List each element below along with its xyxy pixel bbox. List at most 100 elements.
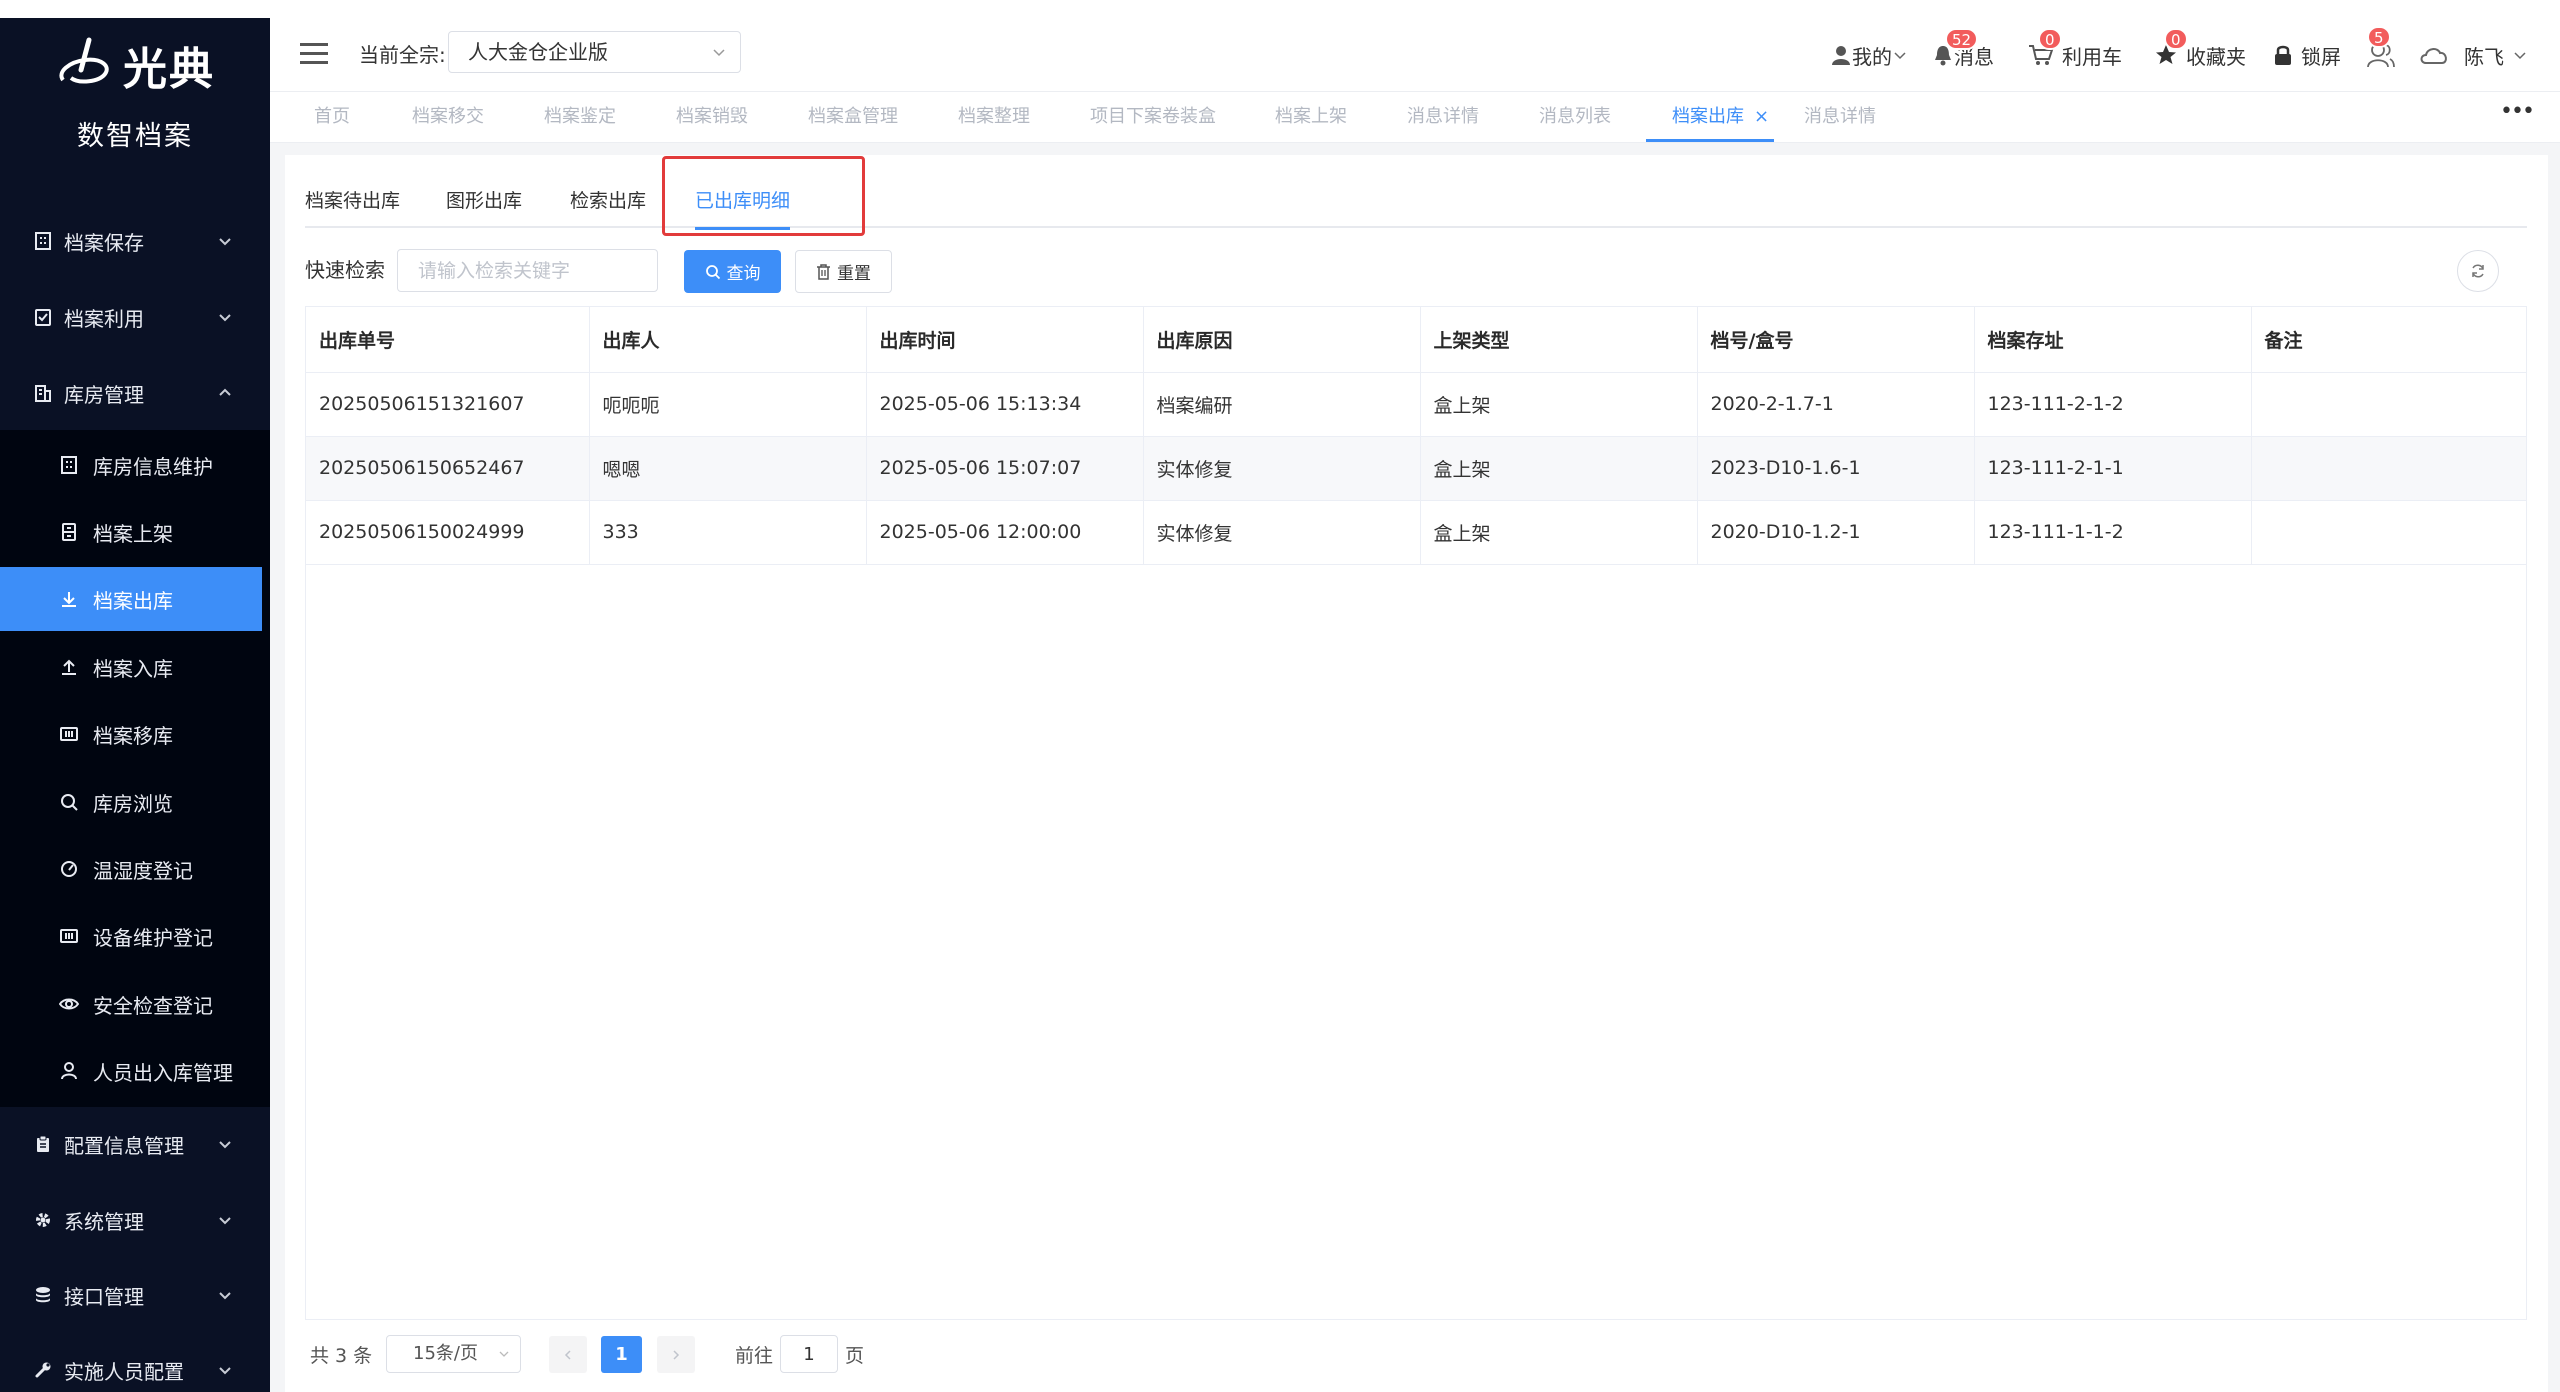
goto-suffix: 页 (845, 1344, 865, 1367)
sidebar-item-config[interactable]: 配置信息管理 (0, 1111, 270, 1177)
sidebar-subitem-equipment[interactable]: 设备维护登记 (0, 904, 262, 968)
user-icon (59, 1061, 79, 1081)
chevron-down-icon (2514, 52, 2526, 60)
tab-archive-shelve[interactable]: 档案上架 (1275, 92, 1347, 142)
sidebar-subitem-archive-inbound[interactable]: 档案入库 (0, 635, 262, 699)
quick-search-label: 快速检索 (305, 258, 385, 282)
sidebar-subitem-archive-transfer[interactable]: 档案移库 (0, 702, 262, 766)
sidebar-item-archive-save[interactable]: 档案保存 (0, 208, 270, 274)
close-icon[interactable]: × (1754, 106, 1769, 127)
sidebar-subitem-archive-shelve[interactable]: 档案上架 (0, 500, 262, 564)
tab-archive-destroy[interactable]: 档案销毁 (676, 92, 748, 142)
refresh-button[interactable] (2457, 250, 2499, 292)
table-cell: 333 (589, 500, 867, 565)
user-menu[interactable]: 陈飞 (2418, 38, 2528, 72)
sidebar-subitem-label: 档案出库 (93, 588, 173, 613)
column-header[interactable]: 上架类型 (1420, 307, 1698, 373)
tab-message-list[interactable]: 消息列表 (1539, 92, 1611, 142)
menu-toggle-icon[interactable] (300, 43, 328, 67)
sidebar-subitem-warehouse-info[interactable]: 库房信息维护 (0, 433, 262, 497)
sidebar-subitem-warehouse-browse[interactable]: 库房浏览 (0, 770, 262, 834)
table-cell: 2023-D10-1.6-1 (1697, 436, 1975, 501)
table-row[interactable]: 20250506150652467 嗯嗯 2025-05-06 15:07:07… (306, 436, 2527, 501)
column-header[interactable]: 出库单号 (306, 307, 590, 373)
query-button[interactable]: 查询 (684, 250, 781, 293)
tab-active-underline (1646, 139, 1775, 142)
tab-label: 档案销毁 (676, 106, 748, 127)
chevron-down-icon (219, 1217, 231, 1225)
table-cell: 呃呃呃 (589, 372, 867, 437)
warehouse-icon (33, 383, 53, 403)
column-header[interactable]: 出库人 (589, 307, 867, 373)
more-icon[interactable]: ••• (2500, 101, 2535, 126)
reset-label: 重置 (837, 264, 871, 284)
column-header[interactable]: 出库时间 (866, 307, 1144, 373)
table-cell: 123-111-2-1-2 (1974, 372, 2252, 437)
table-row[interactable]: 20250506151321607 呃呃呃 2025-05-06 15:13:3… (306, 372, 2527, 437)
tab-label: 档案出库 (1672, 106, 1744, 127)
column-header[interactable]: 出库原因 (1143, 307, 1421, 373)
sidebar-item-label: 接口管理 (64, 1284, 144, 1309)
chevron-down-icon (219, 238, 231, 246)
tab-message-detail[interactable]: 消息详情 (1407, 92, 1479, 142)
eye-icon (59, 994, 79, 1014)
my-label: 我的 (1852, 44, 1892, 69)
tab-message-detail-2[interactable]: 消息详情 (1804, 92, 1876, 142)
query-label: 查询 (726, 264, 761, 284)
org-select[interactable]: 人大金仓企业版 (448, 31, 741, 73)
user-name: 陈飞 (2464, 44, 2504, 69)
subtab-search-outbound[interactable]: 检索出库 (570, 165, 646, 228)
user-icon (1832, 46, 1850, 65)
sidebar-item-implementers[interactable]: 实施人员配置 (0, 1337, 270, 1392)
clipboard-icon (33, 1134, 53, 1154)
sidebar-item-archive-use[interactable]: 档案利用 (0, 284, 270, 350)
tab-archive-organize[interactable]: 档案整理 (958, 92, 1030, 142)
tab-archive-handover[interactable]: 档案移交 (412, 92, 484, 142)
table-cell: 盒上架 (1420, 372, 1698, 437)
logo-subtitle: 数智档案 (77, 121, 193, 152)
goto-page-input[interactable] (780, 1335, 838, 1373)
my-menu[interactable]: 我的 (1830, 38, 1908, 72)
sidebar: 光典 数智档案 档案保存 档案利用 库房管理 库房信息维护 档案上架 档案出库 (0, 0, 270, 1392)
page-size-select[interactable]: 15条/页 (386, 1335, 521, 1373)
column-header[interactable]: 档号/盒号 (1697, 307, 1975, 373)
page-number-button[interactable]: 1 (601, 1336, 642, 1373)
table-cell (2251, 436, 2527, 501)
reset-button[interactable]: 重置 (795, 250, 892, 293)
sidebar-subitem-label: 档案入库 (93, 656, 173, 681)
subtab-outbound-detail[interactable]: 已出库明细 (695, 165, 791, 230)
column-header[interactable]: 档案存址 (1974, 307, 2252, 373)
table-cell: 实体修复 (1143, 436, 1421, 501)
sidebar-subitem-personnel[interactable]: 人员出入库管理 (0, 1039, 262, 1103)
tab-archive-appraisal[interactable]: 档案鉴定 (544, 92, 616, 142)
sidebar-item-interface[interactable]: 接口管理 (0, 1262, 270, 1328)
next-page-button[interactable] (657, 1336, 695, 1373)
lock-screen-button[interactable]: 锁屏 (2273, 38, 2341, 72)
subtab-label: 检索出库 (570, 190, 647, 212)
sidebar-subitem-temperature[interactable]: 温湿度登记 (0, 837, 262, 901)
tab-project-boxing[interactable]: 项目下案卷装盒 (1090, 92, 1216, 142)
tab-home[interactable]: 首页 (314, 92, 350, 142)
chevron-down-icon (219, 1367, 231, 1375)
building-icon (59, 455, 79, 475)
org-select-value: 人大金仓企业版 (468, 40, 608, 64)
top-header: 当前全宗: 人大金仓企业版 我的 消息 52 利用车 0 收藏夹 0 锁屏 5 … (270, 18, 2560, 92)
table-cell: 20250506150652467 (306, 436, 590, 501)
tab-archive-outbound[interactable]: 档案出库 × (1646, 92, 1775, 142)
column-header[interactable]: 备注 (2251, 307, 2527, 373)
table-row[interactable]: 20250506150024999 333 2025-05-06 12:00:0… (306, 500, 2527, 565)
subtab-pending-outbound[interactable]: 档案待出库 (305, 165, 400, 228)
table-cell: 2020-2-1.7-1 (1697, 372, 1975, 437)
sidebar-subitem-archive-outbound[interactable]: 档案出库 (0, 567, 262, 631)
sidebar-subitem-safety[interactable]: 安全检查登记 (0, 972, 262, 1036)
subtab-graphic-outbound[interactable]: 图形出库 (446, 165, 522, 228)
search-input[interactable] (397, 249, 658, 292)
tab-box-management[interactable]: 档案盒管理 (808, 92, 898, 142)
subtab-label: 已出库明细 (695, 190, 791, 212)
prev-page-button[interactable] (549, 1336, 587, 1373)
grid-icon (59, 926, 79, 946)
sidebar-item-warehouse[interactable]: 库房管理 (0, 360, 270, 426)
favorites-badge: 0 (2164, 28, 2188, 50)
table-cell: 2020-D10-1.2-1 (1697, 500, 1975, 565)
sidebar-item-system[interactable]: 系统管理 (0, 1187, 270, 1253)
